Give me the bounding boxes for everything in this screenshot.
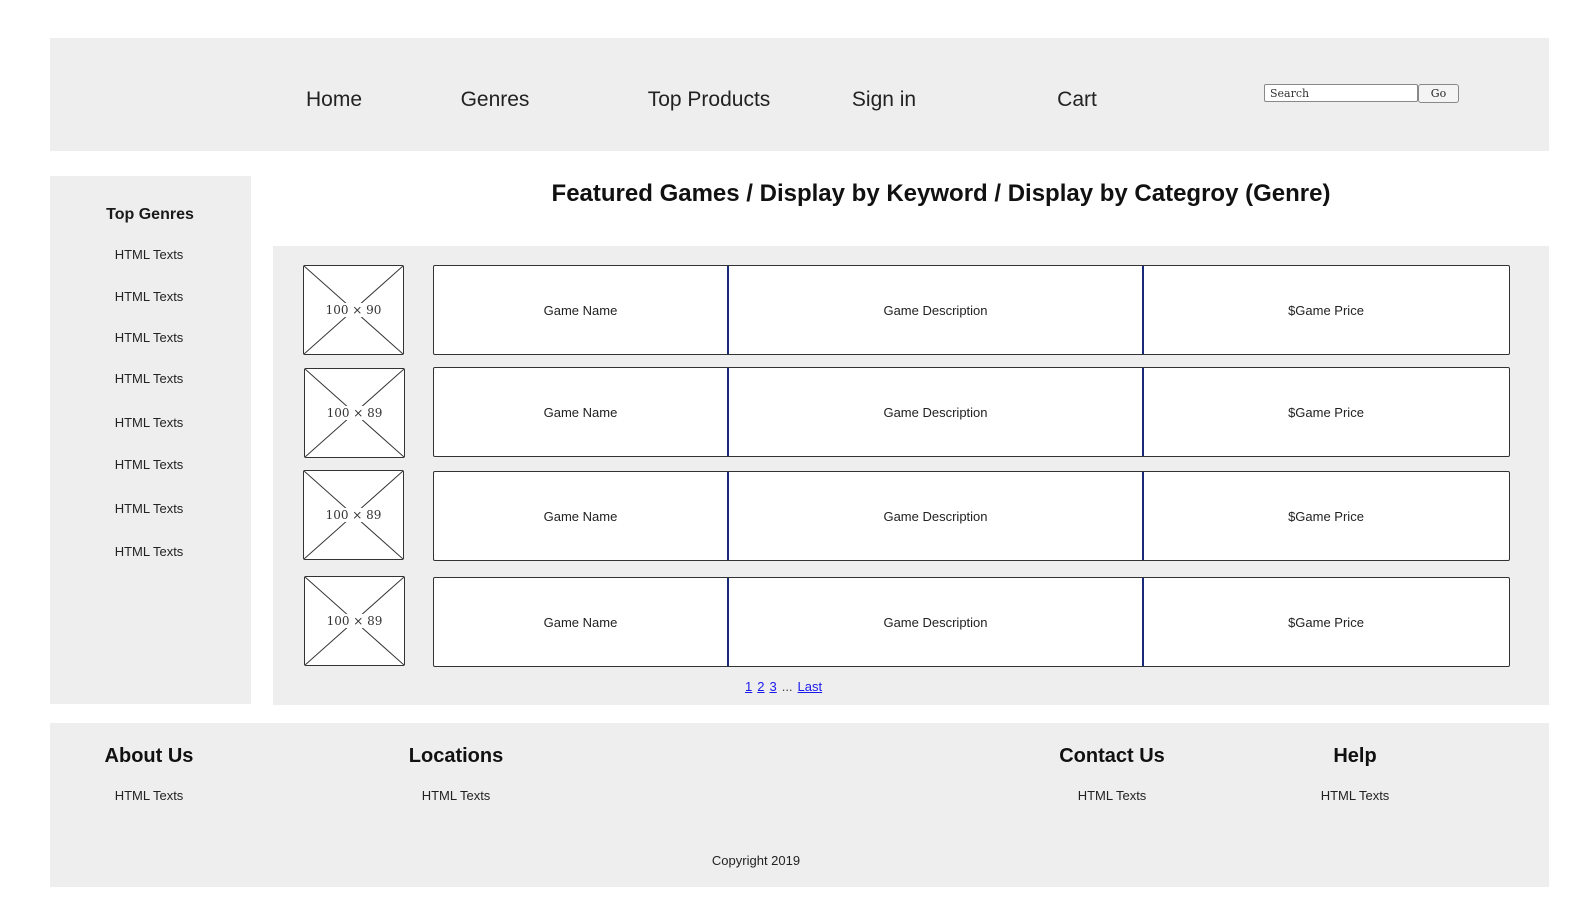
- game-thumbnail[interactable]: 100 × 89: [304, 368, 405, 458]
- thumbnail-size-label: 100 × 89: [325, 614, 384, 628]
- nav-genres[interactable]: Genres: [461, 88, 530, 112]
- page-title: Featured Games / Display by Keyword / Di…: [551, 180, 1331, 207]
- thumbnail-size-label: 100 × 90: [324, 303, 383, 317]
- game-description: Game Description: [729, 578, 1144, 666]
- thumbnail-size-label: 100 × 89: [324, 508, 383, 522]
- nav-top-products[interactable]: Top Products: [648, 88, 771, 112]
- game-row: Game Name Game Description $Game Price: [433, 265, 1510, 355]
- game-thumbnail[interactable]: 100 × 90: [303, 265, 404, 355]
- sidebar-genre-item[interactable]: HTML Texts: [115, 501, 184, 516]
- sidebar-genre-item[interactable]: HTML Texts: [115, 330, 184, 345]
- sidebar-genre-item[interactable]: HTML Texts: [115, 415, 184, 430]
- footer-heading-locations: Locations: [408, 745, 504, 767]
- game-price: $Game Price: [1288, 404, 1364, 420]
- footer-contact-text[interactable]: HTML Texts: [1078, 788, 1147, 803]
- game-price: $Game Price: [1288, 302, 1364, 318]
- game-description: Game Description: [729, 266, 1144, 354]
- game-name[interactable]: Game Name: [434, 266, 729, 354]
- page-link-3[interactable]: 3: [769, 679, 776, 694]
- sidebar-genre-item[interactable]: HTML Texts: [115, 371, 184, 386]
- game-row: Game Name Game Description $Game Price: [433, 577, 1510, 667]
- thumbnail-size-label: 100 × 89: [325, 406, 384, 420]
- nav-home[interactable]: Home: [306, 88, 362, 112]
- footer-heading-help: Help: [1333, 745, 1377, 767]
- page-link-last[interactable]: Last: [798, 679, 823, 694]
- game-name[interactable]: Game Name: [434, 368, 729, 456]
- footer-help-text[interactable]: HTML Texts: [1321, 788, 1390, 803]
- nav-sign-in[interactable]: Sign in: [852, 88, 916, 112]
- sidebar-title: Top Genres: [106, 206, 194, 223]
- pagination-ellipsis: ...: [781, 679, 793, 694]
- sidebar-genre-item[interactable]: HTML Texts: [115, 289, 184, 304]
- footer-heading-about: About Us: [104, 745, 194, 767]
- game-thumbnail[interactable]: 100 × 89: [304, 576, 405, 666]
- game-price: $Game Price: [1288, 614, 1364, 630]
- footer-about-text[interactable]: HTML Texts: [115, 788, 184, 803]
- game-thumbnail[interactable]: 100 × 89: [303, 470, 404, 560]
- game-description: Game Description: [729, 472, 1144, 560]
- nav-cart[interactable]: Cart: [1057, 88, 1097, 112]
- footer-locations-text[interactable]: HTML Texts: [422, 788, 491, 803]
- page-link-2[interactable]: 2: [757, 679, 764, 694]
- game-row: Game Name Game Description $Game Price: [433, 367, 1510, 457]
- game-price: $Game Price: [1288, 508, 1364, 524]
- pagination: 1 2 3... Last: [745, 679, 827, 694]
- search-go-button[interactable]: Go: [1418, 84, 1459, 103]
- sidebar-genre-item[interactable]: HTML Texts: [115, 247, 184, 262]
- game-name[interactable]: Game Name: [434, 578, 729, 666]
- game-name[interactable]: Game Name: [434, 472, 729, 560]
- game-description: Game Description: [729, 368, 1144, 456]
- game-row: Game Name Game Description $Game Price: [433, 471, 1510, 561]
- copyright-text: Copyright 2019: [711, 853, 801, 868]
- page-link-1[interactable]: 1: [745, 679, 752, 694]
- sidebar-genre-item[interactable]: HTML Texts: [115, 544, 184, 559]
- footer-heading-contact: Contact Us: [1059, 745, 1165, 767]
- sidebar-genre-item[interactable]: HTML Texts: [115, 457, 184, 472]
- search-input[interactable]: [1264, 84, 1418, 102]
